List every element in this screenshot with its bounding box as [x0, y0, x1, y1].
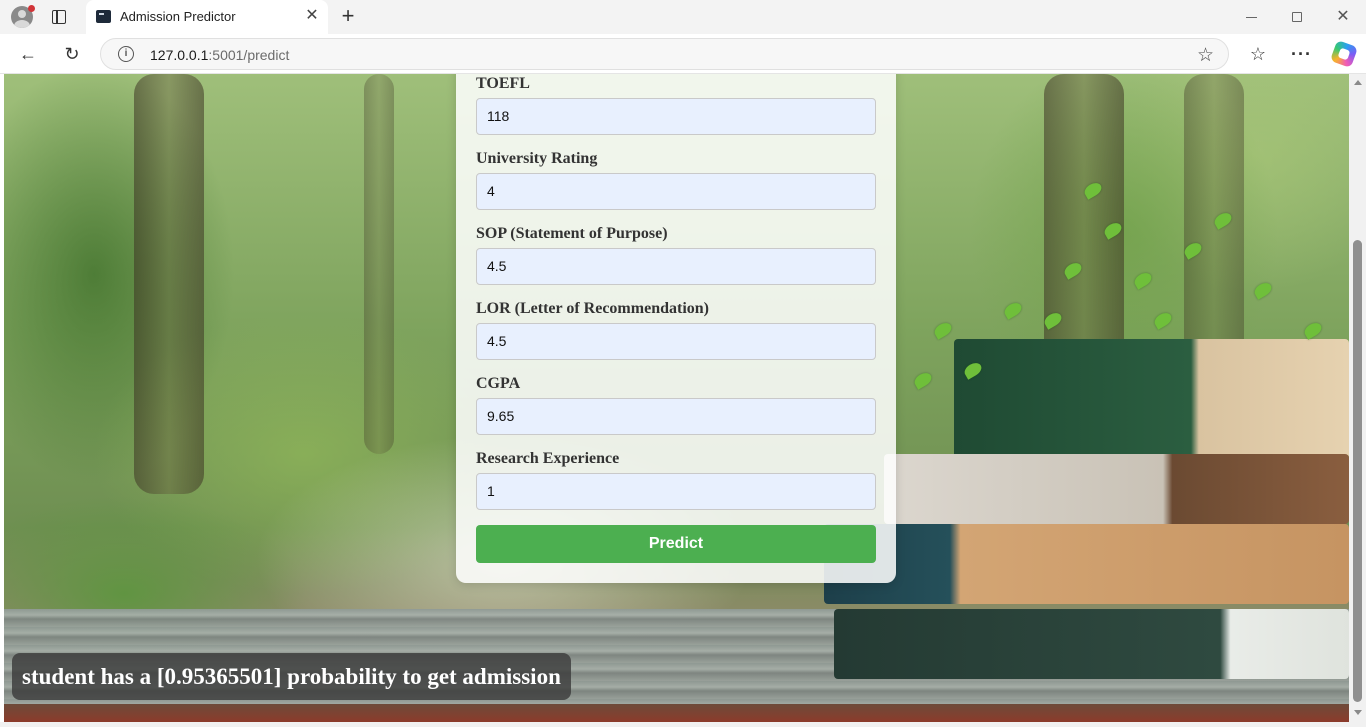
book [834, 609, 1349, 679]
university-rating-input[interactable]: 4 [476, 173, 876, 210]
predict-button[interactable]: Predict [476, 525, 876, 563]
field-label-sop: SOP (Statement of Purpose) [476, 225, 668, 242]
field-label-university-rating: University Rating [476, 150, 598, 167]
field-label-research: Research Experience [476, 450, 620, 467]
window-bottom-edge [0, 722, 1366, 727]
field-label-cgpa: CGPA [476, 375, 521, 392]
notification-dot [28, 5, 35, 12]
book [824, 524, 1349, 604]
prediction-form: TOEFL 118 University Rating 4 SOP (State… [456, 74, 896, 583]
reload-button[interactable]: ↻ [62, 44, 82, 64]
url-path: :5001/predict [208, 47, 290, 63]
cgpa-input[interactable]: 9.65 [476, 398, 876, 435]
url-host: 127.0.0.1 [150, 47, 209, 63]
research-experience-input[interactable]: 1 [476, 473, 876, 510]
favorites-list-icon[interactable]: ☆ [1248, 44, 1268, 64]
copilot-icon[interactable] [1329, 39, 1359, 69]
plant-leaf [1302, 320, 1324, 340]
tab-admission-predictor[interactable]: Admission Predictor ✕ [86, 0, 328, 34]
page-viewport: TOEFL 118 University Rating 4 SOP (State… [4, 74, 1349, 722]
sop-input[interactable]: 4.5 [476, 248, 876, 285]
field-label-toefl: TOEFL [476, 75, 530, 92]
background-tree [364, 74, 394, 454]
star-icon[interactable]: ☆ [1197, 44, 1214, 67]
book [884, 454, 1349, 524]
url-text[interactable]: 127.0.0.1:5001/predict [150, 47, 289, 63]
plant-leaf [1132, 270, 1154, 290]
more-icon[interactable]: ··· [1291, 44, 1311, 64]
field-label-lor: LOR (Letter of Recommendation) [476, 300, 709, 317]
tab-actions-icon[interactable] [50, 8, 68, 26]
scroll-down-arrow-icon[interactable] [1354, 710, 1362, 715]
back-button[interactable]: ← [18, 44, 38, 64]
browser-toolbar: ← ↻ i 127.0.0.1:5001/predict ☆ ☆ ··· [0, 34, 1366, 74]
new-tab-button[interactable]: + [337, 5, 359, 27]
terminal-favicon-icon [96, 10, 111, 23]
title-bar: Admission Predictor ✕ + ✕ [0, 0, 1366, 34]
prediction-result: student has a [0.95365501] probability t… [12, 653, 571, 700]
page-scrollbar[interactable] [1349, 74, 1366, 722]
close-icon[interactable]: ✕ [304, 8, 320, 24]
window-close-button[interactable]: ✕ [1333, 7, 1353, 27]
info-icon[interactable]: i [118, 46, 134, 62]
plant-leaf [912, 370, 934, 390]
plant-leaf [1252, 280, 1274, 300]
minimize-button[interactable] [1241, 7, 1261, 27]
scroll-thumb[interactable] [1353, 240, 1362, 702]
plant-leaf [932, 320, 954, 340]
restore-button[interactable] [1287, 7, 1307, 27]
address-bar[interactable]: i 127.0.0.1:5001/predict ☆ [100, 38, 1229, 70]
scroll-up-arrow-icon[interactable] [1354, 80, 1362, 85]
book [954, 339, 1349, 459]
toefl-input[interactable]: 118 [476, 98, 876, 135]
plant-leaf [1152, 310, 1174, 330]
lor-input[interactable]: 4.5 [476, 323, 876, 360]
tab-title: Admission Predictor [120, 9, 236, 24]
background-tree [134, 74, 204, 494]
table-edge [4, 704, 1349, 722]
plant-leaf [1002, 300, 1024, 320]
